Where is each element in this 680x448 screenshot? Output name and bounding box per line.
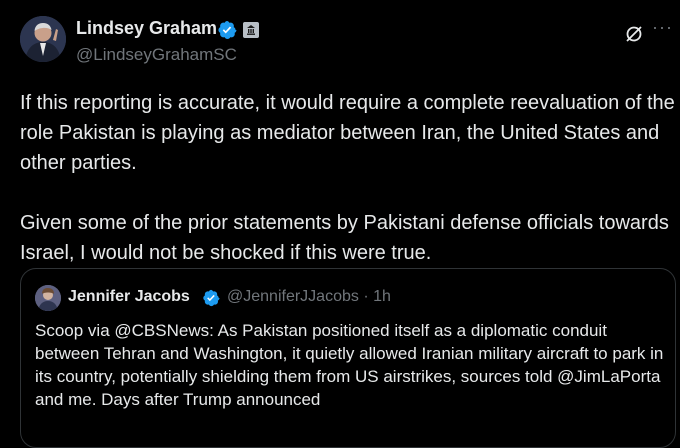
quoted-author-name[interactable]: Jennifer Jacobs <box>68 288 190 306</box>
quoted-meta: @JenniferJJacobs · 1h <box>227 288 391 306</box>
verified-check-icon <box>218 21 237 39</box>
meta-separator: · <box>363 288 369 305</box>
author-avatar[interactable] <box>20 16 66 62</box>
quoted-timestamp[interactable]: 1h <box>373 288 391 305</box>
government-affiliation-icon <box>243 22 259 38</box>
quoted-author-avatar[interactable] <box>35 285 61 311</box>
tweet-text: If this reporting is accurate, it would … <box>20 88 675 268</box>
verified-check-icon <box>203 289 220 307</box>
more-options-icon[interactable]: ··· <box>652 18 674 36</box>
quoted-author-handle[interactable]: @JenniferJJacobs <box>227 288 359 305</box>
author-name[interactable]: Lindsey Graham <box>76 18 217 39</box>
quoted-tweet[interactable]: Jennifer Jacobs @JenniferJJacobs · 1h Sc… <box>20 268 676 448</box>
tweet-paragraph: Given some of the prior statements by Pa… <box>20 212 669 264</box>
author-handle[interactable]: @LindseyGrahamSC <box>76 45 237 65</box>
tweet[interactable]: Lindsey Graham @LindseyGrahamSC ··· If t… <box>0 0 680 448</box>
tweet-paragraph: If this reporting is accurate, it would … <box>20 92 675 174</box>
grok-icon[interactable] <box>624 24 644 44</box>
quoted-tweet-text: Scoop via @CBSNews: As Pakistan position… <box>35 321 664 409</box>
